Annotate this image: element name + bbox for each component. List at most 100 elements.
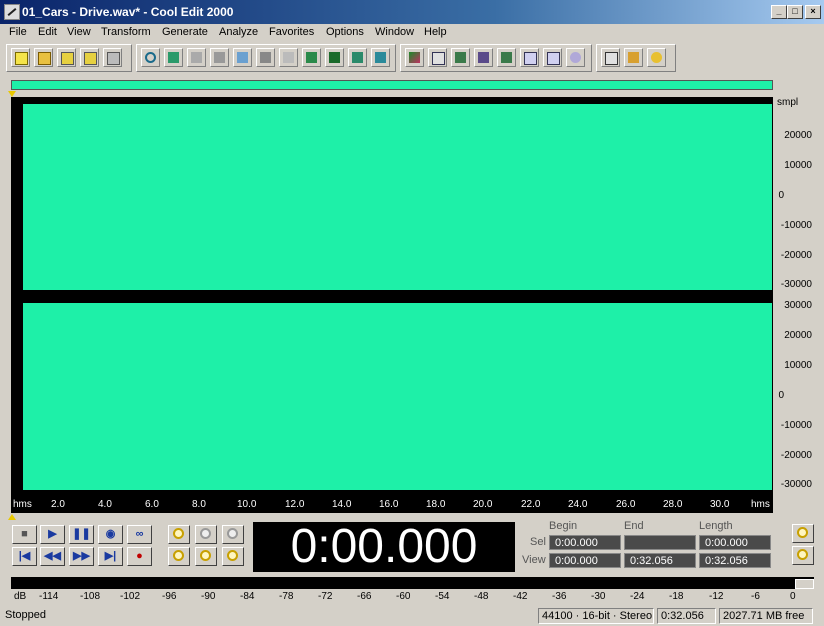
pause-button[interactable]: ❚❚ (69, 525, 94, 544)
menu-bar: File Edit View Transform Generate Analyz… (0, 24, 824, 42)
menu-options[interactable]: Options (326, 26, 364, 38)
save-file-button[interactable] (57, 48, 76, 67)
right-channel-waveform[interactable] (23, 303, 772, 490)
scale-label: 10000 (784, 360, 812, 371)
cue-list-icon[interactable] (520, 48, 539, 67)
sel-length-field[interactable]: 0:00.000 (699, 535, 771, 550)
zoom-full-icon[interactable] (222, 525, 244, 544)
meter-label: -114 (39, 591, 59, 602)
cd-icon[interactable] (566, 48, 585, 67)
close-button[interactable]: × (805, 5, 821, 19)
zoom-in-icon[interactable] (168, 525, 190, 544)
time-ruler[interactable]: hms 2.0 4.0 6.0 8.0 10.0 12.0 14.0 16.0 … (11, 497, 773, 513)
menu-transform[interactable]: Transform (101, 26, 151, 38)
scale-label: 20000 (784, 130, 812, 141)
left-channel-waveform[interactable] (23, 104, 772, 290)
menu-view[interactable]: View (67, 26, 91, 38)
play-button[interactable]: ▶ (40, 525, 65, 544)
minimize-button[interactable]: _ (771, 5, 787, 19)
menu-analyze[interactable]: Analyze (219, 26, 258, 38)
app-icon[interactable] (4, 4, 20, 20)
scale-label: -10000 (780, 220, 812, 231)
meter-label: -102 (120, 591, 141, 602)
paste-icon[interactable] (279, 48, 298, 67)
scale-units: smpl (777, 97, 799, 108)
menu-edit[interactable]: Edit (38, 26, 57, 38)
menu-favorites[interactable]: Favorites (269, 26, 314, 38)
view-length-field[interactable]: 0:32.056 (699, 553, 771, 568)
scale-label: 20000 (784, 330, 812, 341)
ruler-label: 30.0 (710, 499, 730, 510)
zoom-right-icon[interactable] (222, 547, 244, 566)
view-label: View (522, 554, 546, 566)
ruler-label: 16.0 (379, 499, 399, 510)
meter-label: -24 (630, 591, 645, 602)
close-file-button[interactable] (103, 48, 122, 67)
waveform-display[interactable] (11, 97, 773, 497)
view-begin-field[interactable]: 0:00.000 (549, 553, 621, 568)
meter-label: -96 (162, 591, 177, 602)
meter-label: -90 (201, 591, 216, 602)
level-meter[interactable] (11, 577, 814, 589)
playlist-icon[interactable] (543, 48, 562, 67)
menu-help[interactable]: Help (424, 26, 447, 38)
go-to-end-button[interactable]: ▶| (98, 547, 123, 566)
sel-end-field[interactable] (624, 535, 696, 550)
play-looped-button[interactable]: ◉ (98, 525, 123, 544)
grid-view-alt-icon[interactable] (474, 48, 493, 67)
menu-generate[interactable]: Generate (162, 26, 208, 38)
menu-window[interactable]: Window (375, 26, 414, 38)
format-info: 44100 · 16-bit · Stereo (538, 608, 654, 624)
sel-begin-field[interactable]: 0:00.000 (549, 535, 621, 550)
ruler-label: 6.0 (145, 499, 159, 510)
crop-icon[interactable] (302, 48, 321, 67)
fast-forward-button[interactable]: ▶▶ (69, 547, 94, 566)
scale-label: -30000 (780, 279, 812, 290)
spectral-view-icon[interactable] (405, 48, 424, 67)
zoom-left-icon[interactable] (195, 547, 217, 566)
settings-icon[interactable] (624, 48, 643, 67)
meter-label: -6 (751, 591, 760, 602)
repeat-icon[interactable] (210, 48, 229, 67)
zoom-out-icon[interactable] (195, 525, 217, 544)
go-to-start-button[interactable]: |◀ (12, 547, 37, 566)
scale-label: -10000 (780, 420, 812, 431)
undo-icon[interactable] (141, 48, 160, 67)
menu-file[interactable]: File (9, 26, 27, 38)
redo-icon[interactable] (164, 48, 183, 67)
view-end-field[interactable]: 0:32.056 (624, 553, 696, 568)
stop-button[interactable]: ■ (12, 525, 37, 544)
copy-icon[interactable] (233, 48, 252, 67)
convert-icon[interactable] (371, 48, 390, 67)
help-icon[interactable] (647, 48, 666, 67)
mix-paste-icon[interactable] (187, 48, 206, 67)
snap-icon[interactable] (428, 48, 447, 67)
title-bar: 01_Cars - Drive.wav* - Cool Edit 2000 _ … (0, 0, 824, 24)
cut-icon[interactable] (256, 48, 275, 67)
trim-icon[interactable] (325, 48, 344, 67)
favorites-icon[interactable] (601, 48, 620, 67)
end-marker-icon[interactable] (8, 514, 16, 520)
zoom-selection-icon[interactable] (168, 547, 190, 566)
ruler-label: 12.0 (285, 499, 305, 510)
record-button[interactable]: ● (127, 547, 152, 566)
mix-icon[interactable] (348, 48, 367, 67)
ruler-label: 14.0 (332, 499, 352, 510)
edit-toolbar-group (136, 44, 396, 72)
maximize-button[interactable]: □ (787, 5, 803, 19)
save-all-button[interactable] (80, 48, 99, 67)
vertical-zoom-in-icon[interactable] (792, 524, 814, 543)
overview-bar[interactable] (11, 80, 773, 90)
meter-label: -66 (357, 591, 372, 602)
meter-label: -18 (669, 591, 684, 602)
time-grid-icon[interactable] (497, 48, 516, 67)
ruler-label: 28.0 (663, 499, 683, 510)
new-file-button[interactable] (11, 48, 30, 67)
rewind-button[interactable]: ◀◀ (40, 547, 65, 566)
grid-view-icon[interactable] (451, 48, 470, 67)
loop-button[interactable]: ∞ (127, 525, 152, 544)
open-file-button[interactable] (34, 48, 53, 67)
misc-toolbar-group (596, 44, 676, 72)
peak-indicator[interactable] (795, 579, 814, 589)
vertical-zoom-out-icon[interactable] (792, 546, 814, 565)
